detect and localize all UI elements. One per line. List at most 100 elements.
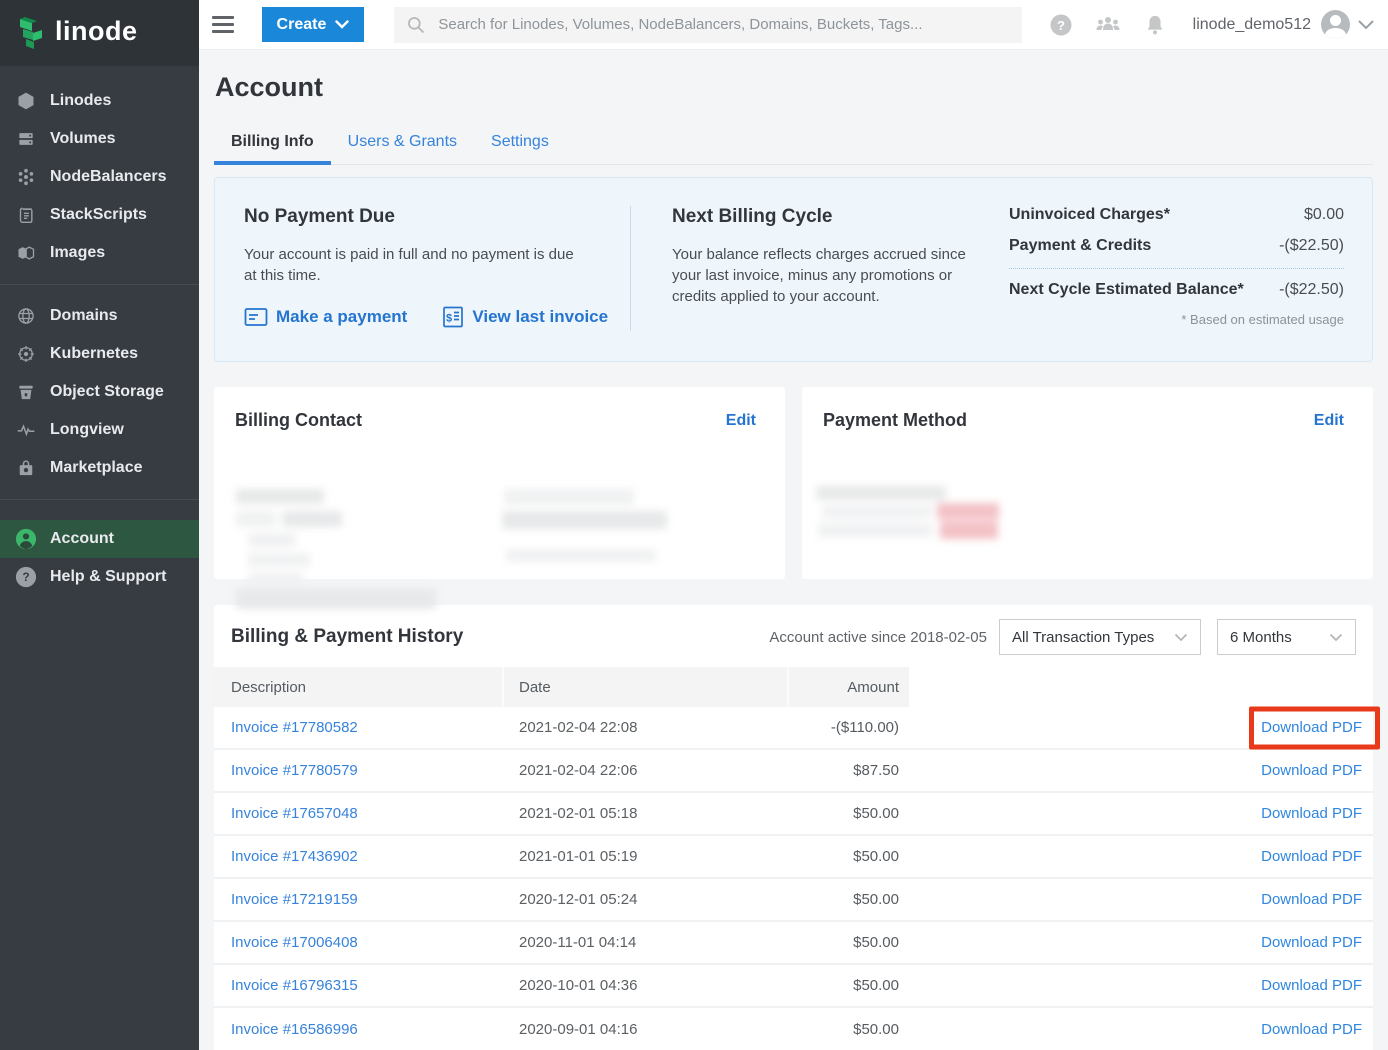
sidebar-item-account[interactable]: Account	[0, 520, 199, 558]
payment-method-edit-button[interactable]: Edit	[1314, 412, 1344, 430]
tab-users-grants[interactable]: Users & Grants	[331, 125, 474, 164]
invoice-link[interactable]: Invoice #17219159	[231, 891, 358, 908]
summary-divider	[630, 206, 631, 331]
person-circle-icon	[15, 528, 37, 550]
invoice-link[interactable]: Invoice #17006408	[231, 934, 358, 951]
payment-credits-label: Payment & Credits	[1009, 237, 1151, 255]
no-payment-due-title: No Payment Due	[244, 206, 639, 228]
brand-logo[interactable]: linode	[0, 0, 199, 66]
column-header-amount[interactable]: Amount	[789, 667, 909, 707]
bell-icon	[1144, 13, 1166, 37]
main-content: Account Billing Info Users & Grants Sett…	[199, 50, 1388, 1050]
history-table-body: Invoice #17780582 2021-02-04 22:08 -($11…	[214, 707, 1373, 1050]
invoice-link[interactable]: Invoice #17657048	[231, 805, 358, 822]
sidebar-item-volumes[interactable]: Volumes	[0, 120, 199, 158]
svg-text:?: ?	[22, 570, 29, 584]
billing-history-card: Billing & Payment History Account active…	[214, 605, 1373, 1050]
next-billing-cycle-section: Next Billing Cycle Your balance reflects…	[672, 206, 972, 361]
topbar-right: ? linode_demo512	[1038, 0, 1388, 50]
download-pdf-link[interactable]: Download PDF	[1261, 977, 1362, 994]
bucket-icon	[15, 381, 37, 403]
credit-card-icon	[244, 307, 268, 327]
sidebar-item-marketplace[interactable]: Marketplace	[0, 449, 199, 487]
sidebar-item-nodebalancers[interactable]: NodeBalancers	[0, 158, 199, 196]
history-table-header: Description Date Amount	[214, 667, 1373, 707]
sidebar-item-domains[interactable]: Domains	[0, 297, 199, 335]
column-header-date[interactable]: Date	[504, 667, 789, 707]
help-circle-icon: ?	[1049, 13, 1073, 37]
tab-bar: Billing Info Users & Grants Settings	[214, 125, 1373, 165]
billing-history-title: Billing & Payment History	[231, 626, 463, 648]
payment-method-card: Payment Method Edit	[802, 387, 1373, 579]
cube-icon	[15, 90, 37, 112]
search-bar[interactable]	[394, 7, 1021, 43]
invoice-link[interactable]: Invoice #16586996	[231, 1021, 358, 1038]
sidebar-item-linodes[interactable]: Linodes	[0, 82, 199, 120]
svg-text:?: ?	[1057, 17, 1065, 32]
question-circle-icon: ?	[15, 566, 37, 588]
table-row: Invoice #16586996 2020-09-01 04:16 $50.0…	[214, 1008, 1373, 1050]
sidebar-item-longview[interactable]: Longview	[0, 411, 199, 449]
account-active-since: Account active since 2018-02-05	[769, 629, 987, 646]
sidebar-item-object-storage[interactable]: Object Storage	[0, 373, 199, 411]
sidebar: linode Linodes Volumes NodeBalancers Sta…	[0, 0, 199, 1050]
search-input[interactable]	[438, 16, 1009, 33]
download-pdf-link[interactable]: Download PDF	[1261, 848, 1362, 865]
sidebar-item-kubernetes[interactable]: Kubernetes	[0, 335, 199, 373]
shopping-bag-icon	[15, 457, 37, 479]
billing-contact-title: Billing Contact	[235, 410, 362, 431]
payment-method-title: Payment Method	[823, 410, 967, 431]
uninvoiced-charges-label: Uninvoiced Charges*	[1009, 206, 1170, 224]
table-row: Invoice #17219159 2020-12-01 05:24 $50.0…	[214, 879, 1373, 922]
invoice-link[interactable]: Invoice #17780582	[231, 719, 358, 736]
download-pdf-link[interactable]: Download PDF	[1261, 719, 1362, 736]
brand-name: linode	[55, 16, 138, 47]
transaction-type-select[interactable]: All Transaction Types	[999, 619, 1201, 655]
user-menu-chevron-icon[interactable]	[1358, 20, 1374, 30]
images-icon	[15, 242, 37, 264]
make-payment-link[interactable]: Make a payment	[244, 306, 407, 328]
invoice-link[interactable]: Invoice #16796315	[231, 977, 358, 994]
invoice-icon: $	[442, 306, 464, 328]
next-cycle-balance-value: -($22.50)	[1279, 281, 1344, 299]
create-button[interactable]: Create	[262, 7, 365, 42]
period-select[interactable]: 6 Months	[1217, 619, 1356, 655]
username[interactable]: linode_demo512	[1193, 16, 1311, 34]
chevron-down-icon	[1174, 633, 1188, 642]
sidebar-divider	[0, 284, 199, 285]
sidebar-item-help-support[interactable]: ? Help & Support	[0, 558, 199, 596]
column-header-description[interactable]: Description	[214, 667, 504, 707]
menu-toggle-button[interactable]	[212, 16, 234, 33]
volumes-icon	[15, 128, 37, 150]
pulse-icon	[15, 419, 37, 441]
download-pdf-link[interactable]: Download PDF	[1261, 891, 1362, 908]
download-pdf-link[interactable]: Download PDF	[1261, 805, 1362, 822]
uninvoiced-charges-value: $0.00	[1304, 206, 1344, 224]
table-row: Invoice #17780579 2021-02-04 22:06 $87.5…	[214, 750, 1373, 793]
helm-wheel-icon	[15, 343, 37, 365]
download-pdf-link[interactable]: Download PDF	[1261, 1021, 1362, 1038]
notifications-button[interactable]	[1132, 0, 1179, 50]
table-row: Invoice #17780582 2021-02-04 22:08 -($11…	[214, 707, 1373, 750]
sidebar-divider	[0, 499, 199, 500]
download-pdf-link[interactable]: Download PDF	[1261, 934, 1362, 951]
billing-contact-edit-button[interactable]: Edit	[726, 412, 756, 430]
billing-contact-card: Billing Contact Edit	[214, 387, 785, 579]
avatar[interactable]	[1321, 10, 1350, 39]
table-row: Invoice #17657048 2021-02-01 05:18 $50.0…	[214, 793, 1373, 836]
view-last-invoice-link[interactable]: $ View last invoice	[442, 306, 608, 328]
tab-billing-info[interactable]: Billing Info	[214, 125, 331, 164]
sidebar-item-images[interactable]: Images	[0, 234, 199, 272]
tab-settings[interactable]: Settings	[474, 125, 566, 164]
help-button[interactable]: ?	[1038, 0, 1085, 50]
download-pdf-link[interactable]: Download PDF	[1261, 762, 1362, 779]
chevron-down-icon	[335, 20, 349, 29]
community-button[interactable]	[1085, 0, 1132, 50]
billing-summary-card: No Payment Due Your account is paid in f…	[214, 177, 1373, 362]
invoice-link[interactable]: Invoice #17780579	[231, 762, 358, 779]
totals-divider	[1009, 268, 1344, 269]
topbar: Create ? linode_demo512	[199, 0, 1388, 50]
sidebar-item-stackscripts[interactable]: StackScripts	[0, 196, 199, 234]
invoice-link[interactable]: Invoice #17436902	[231, 848, 358, 865]
table-row: Invoice #17436902 2021-01-01 05:19 $50.0…	[214, 836, 1373, 879]
